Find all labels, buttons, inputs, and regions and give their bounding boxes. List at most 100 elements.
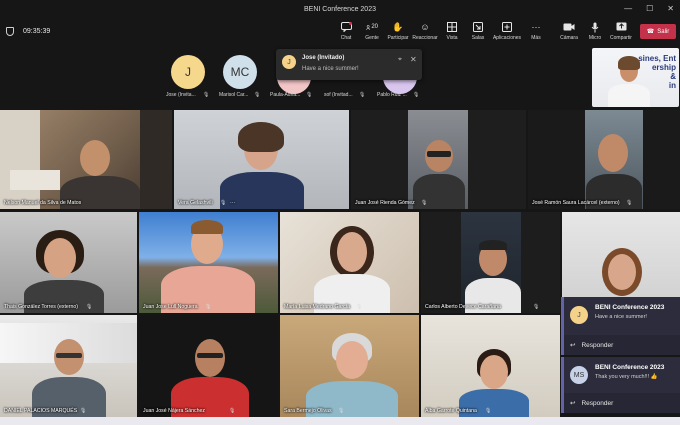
chat-title: BENI Conference 2023 (595, 364, 665, 371)
person-face (44, 238, 76, 278)
close-icon[interactable]: ✕ (667, 4, 674, 13)
close-icon[interactable]: ✕ (410, 55, 417, 64)
person-face (336, 341, 368, 379)
mic-icon: 🎙 (203, 92, 210, 98)
maximize-icon[interactable]: ☐ (646, 4, 653, 13)
reply-button[interactable]: ↩ Responder (561, 335, 680, 355)
video-tile[interactable]: Carlos Alberto Devece Carañana 🎙 (421, 212, 560, 313)
mic-icon: 🎙 (205, 304, 212, 310)
react-button[interactable]: ☺ Reaccionar (412, 21, 438, 41)
participant-name: Paula-Adria... (270, 92, 301, 98)
tile-name: Sara Bermejo Olivas (284, 408, 332, 414)
video-tile[interactable]: Sara Bermejo Olivas 🎙 (280, 315, 419, 417)
leave-button[interactable]: ☎ Salir (640, 24, 676, 39)
mic-button[interactable]: Micro (582, 21, 608, 41)
chat-icon (340, 21, 352, 33)
mic-icon: 🎙 (306, 92, 313, 98)
meeting-toolbar: 09:35:39 Chat 20 Gente ✋ Participar ☺ Re… (0, 18, 680, 46)
pin-icon[interactable]: ⌖ (398, 56, 402, 64)
mic-icon: 🎙 (356, 304, 363, 310)
tile-name: Vera Gelashvili (178, 200, 213, 206)
self-view-video[interactable]: sines, Ent ership & in (592, 48, 679, 107)
tile-name: José Ramón Saura Lacárcel (externo) (532, 200, 620, 206)
video-tile[interactable]: Vera Gelashvili 🎙 ··· (174, 110, 349, 209)
tile-name: DANIEL PALACIOS MARQUÉS (4, 408, 78, 414)
tile-name: Alba Garrote Quintana (425, 408, 477, 414)
camera-button[interactable]: Cámara (556, 21, 582, 41)
minimize-icon[interactable]: — (624, 4, 632, 13)
person-face (480, 355, 508, 389)
mic-icon: 🎙 (220, 200, 227, 206)
mic-icon: 🎙 (229, 408, 236, 414)
tile-name: Nelson Manuel da Silva de Matos (4, 200, 82, 206)
video-tile[interactable]: Alba Garrote Quintana 🎙 (421, 315, 560, 417)
mic-icon: 🎙 (80, 408, 87, 414)
share-button[interactable]: Compartir (608, 21, 634, 41)
window-controls: — ☐ ✕ (624, 4, 674, 13)
video-tile[interactable]: Nelson Manuel da Silva de Matos (0, 110, 172, 209)
taskbar (0, 417, 680, 425)
person-face (195, 339, 225, 377)
video-tile[interactable]: DANIEL PALACIOS MARQUÉS 🎙 (0, 315, 137, 417)
mic-icon: 🎙 (533, 304, 540, 310)
reply-button[interactable]: ↩ Responder (561, 393, 680, 413)
mic-icon: 🎙 (338, 408, 345, 414)
smiley-icon: ☺ (420, 22, 430, 32)
tile-name: María Luisa Medrano García (284, 304, 351, 310)
tile-name: Carlos Alberto Devece Carañana (425, 304, 501, 310)
more-button[interactable]: ··· Más (523, 21, 549, 41)
person-hair (238, 122, 284, 152)
tile-name: Thais González Torres (externo) (4, 304, 78, 310)
reply-icon: ↩ (570, 400, 576, 407)
chat-toast[interactable]: J Jose (Invitado) Have a nice summer! ⌖ … (276, 49, 422, 80)
person-face (608, 254, 636, 290)
participant-name: Pablo Ruiz ... (377, 92, 407, 98)
share-screen-icon (615, 21, 627, 33)
person-hair (191, 220, 223, 234)
shield-icon (6, 27, 14, 36)
sofa (10, 170, 60, 190)
video-tile[interactable]: Juan Jose Lull Noguera 🎙 (139, 212, 278, 313)
apps-button[interactable]: Aplicaciones (493, 21, 521, 41)
participant-avatar[interactable]: J (171, 55, 205, 89)
raise-hand-button[interactable]: ✋ Participar (385, 21, 411, 42)
chat-notification[interactable]: J BENI Conference 2023 Have a nice summe… (561, 297, 680, 335)
add-apps-icon (501, 21, 513, 33)
doorway (140, 110, 172, 209)
teams-meeting-window: BENI Conference 2023 — ☐ ✕ 09:35:39 Chat… (0, 0, 680, 425)
title-bar: BENI Conference 2023 — ☐ ✕ (0, 0, 680, 18)
video-tile[interactable]: Thais González Torres (externo) 🎙 (0, 212, 137, 313)
chat-notification[interactable]: MS BENI Conference 2023 Thak you very mu… (561, 357, 680, 393)
chat-button[interactable]: Chat (333, 21, 359, 41)
participant-avatar[interactable]: MC (223, 55, 257, 89)
people-button[interactable]: 20 Gente (359, 21, 385, 41)
glasses (197, 353, 223, 358)
mic-icon: 🎙 (485, 408, 492, 414)
sunglasses (427, 151, 451, 157)
mic-icon: 🎙 (359, 92, 366, 98)
glasses (56, 353, 82, 358)
reply-icon: ↩ (570, 342, 576, 349)
mic-icon: 🎙 (86, 304, 93, 310)
chat-message: Thak you very much!!! 👍 (595, 374, 658, 380)
tile-name: Juan José Nájera Sánchez (143, 408, 205, 414)
rooms-button[interactable]: Salas (465, 21, 491, 41)
window-title: BENI Conference 2023 (304, 5, 376, 13)
video-tile[interactable]: José Ramón Saura Lacárcel (externo) 🎙 (528, 110, 680, 209)
mic-icon: 🎙 (421, 200, 428, 206)
people-count: 20 (371, 24, 378, 30)
microphone-icon (589, 21, 601, 33)
participant-name: Marisol Car... (219, 92, 249, 98)
video-tile[interactable]: Juan José Nájera Sánchez 🎙 (139, 315, 278, 417)
participant-name: sof (Invitad... (324, 92, 353, 98)
view-button[interactable]: Vista (439, 21, 465, 41)
chat-avatar: J (570, 306, 588, 324)
chat-title: BENI Conference 2023 (595, 304, 665, 311)
chat-avatar: MS (570, 366, 588, 384)
mic-icon: 🎙 (413, 92, 420, 98)
more-options-icon[interactable]: ··· (230, 200, 235, 206)
video-tile[interactable]: Juan José Rienda Gómez 🎙 (351, 110, 526, 209)
video-tile[interactable]: María Luisa Medrano García 🎙 (280, 212, 419, 313)
person-hair (479, 240, 507, 250)
person-body (608, 84, 650, 107)
